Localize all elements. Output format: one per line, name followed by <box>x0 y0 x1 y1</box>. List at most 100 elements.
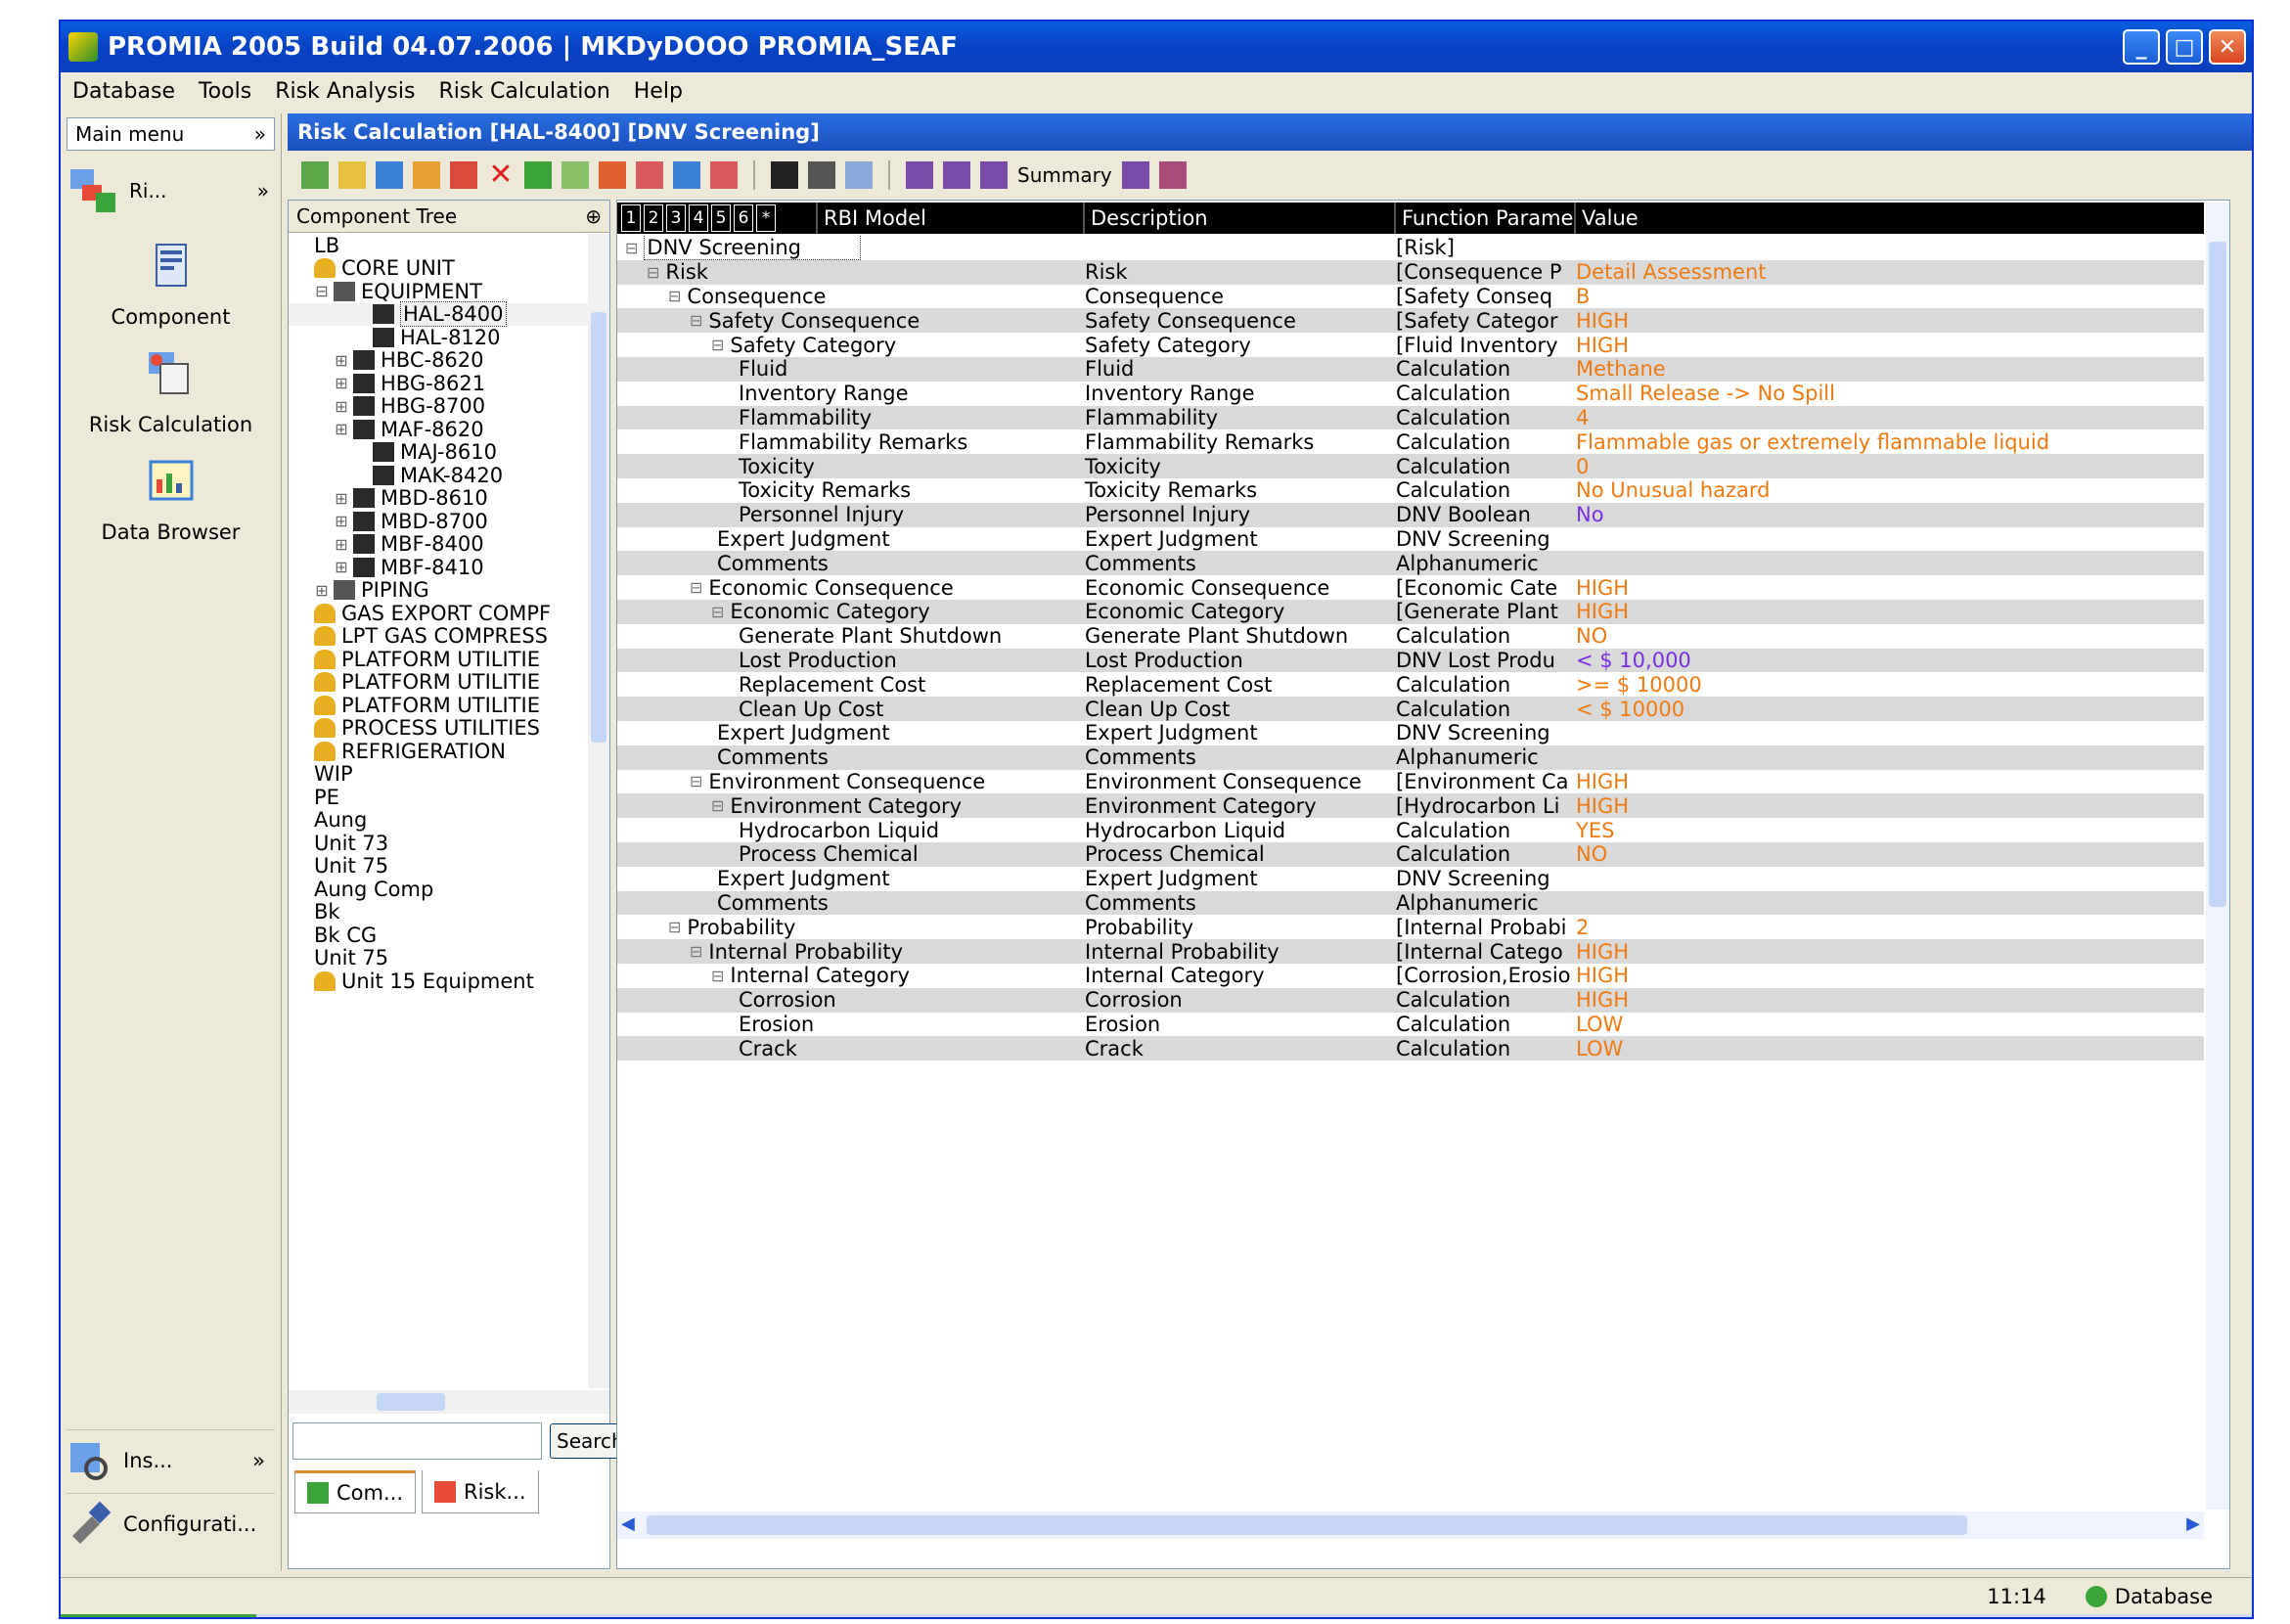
grid-row[interactable]: Lost Production Lost Production DNV Lost P… <box>617 648 2204 673</box>
grid-row[interactable]: Personnel Injury Personnel Injury DNV Bool… <box>617 502 2204 527</box>
outline-level-button[interactable]: 5 <box>711 204 731 232</box>
tree-node[interactable]: Unit 75 <box>289 946 588 970</box>
scroll-right-icon[interactable]: ▶ <box>2186 1513 2200 1534</box>
tree-node[interactable]: ⊟ EQUIPMENT <box>289 280 588 303</box>
report-2-icon[interactable] <box>943 161 970 189</box>
save-all-icon[interactable] <box>808 161 835 189</box>
nav-expand-icon[interactable]: » <box>257 179 269 203</box>
grid-row[interactable]: Comments Comments Alphanumeric <box>617 890 2204 916</box>
grid-row[interactable]: Comments Comments Alphanumeric <box>617 551 2204 576</box>
collapse-icon[interactable]: ⊟ <box>690 578 702 597</box>
tree-node[interactable]: Unit 75 <box>289 854 588 878</box>
undo-icon[interactable] <box>636 161 663 189</box>
tree-node[interactable]: WIP <box>289 762 588 786</box>
tree-node[interactable]: MAJ-8610 <box>289 440 588 464</box>
grid-row[interactable]: Process Chemical Process Chemical Calculat… <box>617 841 2204 867</box>
new-icon[interactable] <box>301 161 329 189</box>
column-header-value[interactable]: Value <box>1574 203 2204 234</box>
disk-icon[interactable] <box>771 161 798 189</box>
collapse-icon[interactable]: ⊟ <box>711 967 724 985</box>
tree-vertical-scrollbar[interactable] <box>588 234 609 1388</box>
grid-row[interactable]: ⊟ Internal Probability Internal Probabilit… <box>617 939 2204 964</box>
tree-node[interactable]: Aung Comp <box>289 878 588 901</box>
tab-risk[interactable]: Risk... <box>422 1470 539 1513</box>
nav-inspection-expand-icon[interactable]: » <box>252 1449 265 1472</box>
settings-icon[interactable] <box>1158 161 1187 189</box>
print-icon[interactable] <box>1121 161 1149 189</box>
tree-node[interactable]: ⊞ MBD-8700 <box>289 510 588 533</box>
outline-level-button[interactable]: 1 <box>621 204 641 232</box>
grid-row[interactable]: Toxicity Toxicity Calculation 0 <box>617 454 2204 478</box>
tree-node[interactable]: Aung <box>289 808 588 832</box>
expand-icon[interactable]: ⊞ <box>334 397 349 416</box>
pin-icon[interactable]: ⊕ <box>585 204 602 228</box>
maximize-button[interactable]: □ <box>2166 29 2203 65</box>
expand-icon[interactable]: ⊞ <box>334 420 349 438</box>
tree-node[interactable]: GAS EXPORT COMPF <box>289 602 588 625</box>
column-header-description[interactable]: Description <box>1083 203 1394 234</box>
menu-database[interactable]: Database <box>61 79 187 104</box>
collapse-icon[interactable]: ⊟ <box>711 603 724 621</box>
collapse-icon[interactable]: ⊟ <box>668 287 681 305</box>
tree-node[interactable]: LPT GAS COMPRESS <box>289 624 588 648</box>
menu-risk-calculation[interactable]: Risk Calculation <box>427 79 621 104</box>
grid-row[interactable]: Hydrocarbon Liquid Hydrocarbon Liquid Calc… <box>617 818 2204 842</box>
delete-icon[interactable]: ✕ <box>487 160 515 190</box>
grid-vertical-scrollbar[interactable] <box>2206 203 2229 1510</box>
refresh-icon[interactable] <box>450 161 477 189</box>
grid-row[interactable]: ⊟ Environment Category Environment Categor… <box>617 793 2204 819</box>
expand-icon[interactable]: ⊞ <box>314 581 330 600</box>
menu-tools[interactable]: Tools <box>187 79 263 104</box>
title-bar[interactable]: PROMIA 2005 Build 04.07.2006 | MKDyDOOO … <box>61 22 2252 72</box>
collapse-icon[interactable]: ⊟ <box>711 796 724 815</box>
nav-header[interactable]: Main menu » <box>67 117 275 151</box>
grid-row[interactable]: Expert Judgment Expert Judgment DNV Screen… <box>617 721 2204 745</box>
scroll-left-icon[interactable]: ◀ <box>621 1513 635 1534</box>
tree-node[interactable]: ⊞ HBG-8700 <box>289 394 588 418</box>
tree-vscroll-thumb[interactable] <box>591 312 606 743</box>
grid-row[interactable]: Erosion Erosion Calculation LOW <box>617 1013 2204 1037</box>
close-button[interactable]: ✕ <box>2209 29 2246 65</box>
nav-item-component[interactable]: Component <box>61 239 281 329</box>
tree-node[interactable]: PE <box>289 786 588 809</box>
collapse-icon[interactable]: ⊟ <box>625 239 638 257</box>
tree-node[interactable]: Bk CG <box>289 924 588 947</box>
tree-search-input[interactable] <box>292 1422 542 1460</box>
tree-node[interactable]: PLATFORM UTILITIE <box>289 648 588 671</box>
tree-node[interactable]: PLATFORM UTILITIE <box>289 670 588 694</box>
grid-row[interactable]: Clean Up Cost Clean Up Cost Calculation < $… <box>617 697 2204 721</box>
minimize-button[interactable]: _ <box>2123 29 2160 65</box>
outline-level-button[interactable]: 3 <box>666 204 686 232</box>
grid-row[interactable]: ⊟ Internal Category Internal Category [Corr… <box>617 964 2204 988</box>
grid-row[interactable]: Crack Crack Calculation LOW <box>617 1036 2204 1061</box>
grid-row[interactable]: Generate Plant Shutdown Generate Plant Sh… <box>617 624 2204 649</box>
menu-help[interactable]: Help <box>622 79 695 104</box>
redo-icon[interactable] <box>710 161 738 189</box>
collapse-icon[interactable]: ⊟ <box>711 336 724 354</box>
collapse-icon[interactable]: ⊟ <box>690 942 702 961</box>
save-icon[interactable] <box>376 161 403 189</box>
grid-hscroll-thumb[interactable] <box>647 1515 1967 1535</box>
grid-row[interactable]: Replacement Cost Replacement Cost Calculat… <box>617 672 2204 697</box>
nav-item-data-browser[interactable]: Data Browser <box>61 454 281 544</box>
grid-row[interactable]: Inventory Range Inventory Range Calculatio… <box>617 382 2204 406</box>
grid-row[interactable]: Toxicity Remarks Toxicity Remarks Calculat… <box>617 478 2204 503</box>
report-icon[interactable] <box>906 161 933 189</box>
tree-node[interactable]: ⊞ HBC-8620 <box>289 348 588 372</box>
menu-risk-analysis[interactable]: Risk Analysis <box>263 79 427 104</box>
tree-node[interactable]: Unit 73 <box>289 832 588 855</box>
summary-button[interactable]: Summary <box>1017 163 1112 187</box>
grid-row[interactable]: ⊟ Safety Consequence Safety Consequence [Sa… <box>617 308 2204 334</box>
tree-node[interactable]: HAL-8400 <box>289 301 588 328</box>
outline-level-button[interactable]: 4 <box>689 204 708 232</box>
grid-row[interactable]: ⊟ Safety Category Safety Category [Fluid In… <box>617 333 2204 357</box>
expand-icon[interactable]: ⊞ <box>334 512 349 530</box>
grid-row[interactable]: Comments Comments Alphanumeric <box>617 744 2204 770</box>
export-icon[interactable] <box>413 161 440 189</box>
paste-icon[interactable] <box>845 161 873 189</box>
collapse-icon[interactable]: ⊟ <box>668 918 681 936</box>
expand-icon[interactable]: ⊞ <box>334 558 349 576</box>
nav-pin-icon[interactable]: » <box>254 122 266 146</box>
tree-node[interactable]: CORE UNIT <box>289 256 588 280</box>
grid-row[interactable]: ⊟ Economic Consequence Economic Consequenc… <box>617 575 2204 600</box>
